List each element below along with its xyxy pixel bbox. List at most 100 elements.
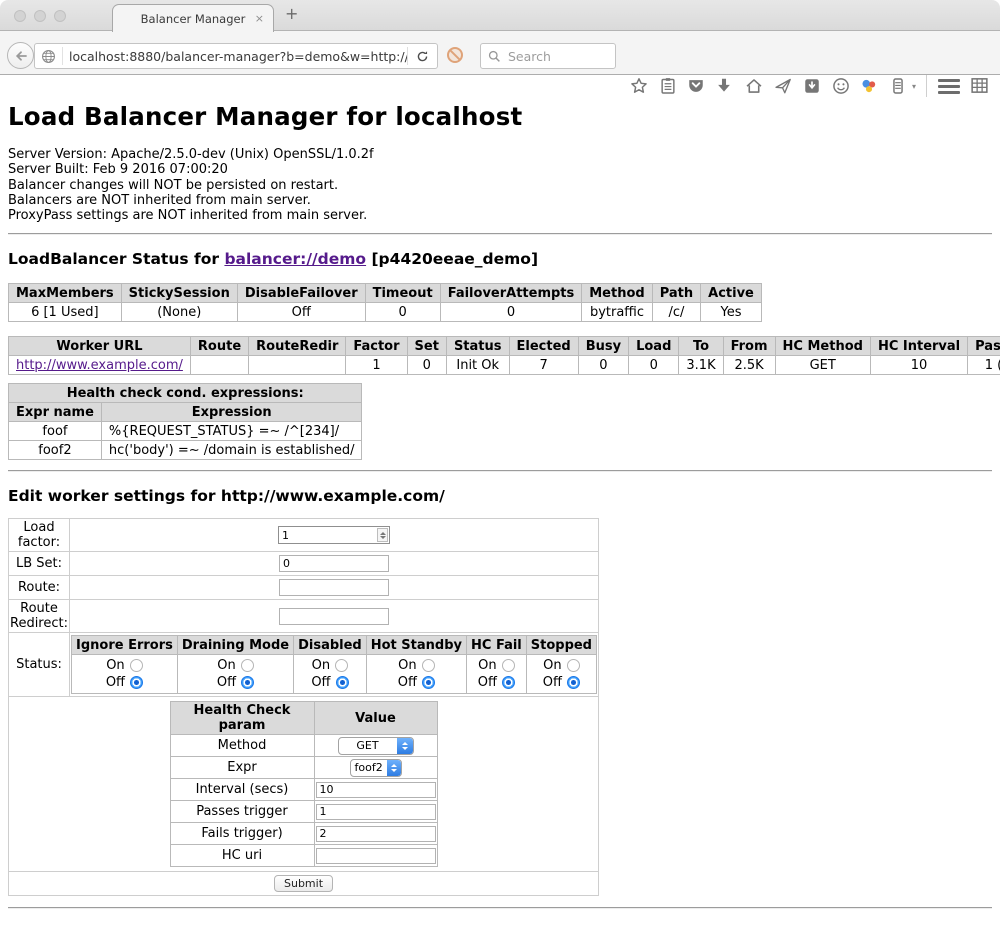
close-button[interactable]	[14, 10, 26, 22]
form-row: Route:	[9, 576, 599, 600]
lb-set-input[interactable]	[279, 555, 389, 572]
table-row: Fails trigger)	[170, 823, 437, 845]
status-on-radio[interactable]	[241, 659, 254, 672]
form-row: Submit	[9, 872, 599, 896]
on-label: On	[398, 658, 416, 673]
worker-url-link[interactable]: http://www.example.com/	[16, 358, 183, 373]
reload-button[interactable]	[407, 47, 437, 65]
fails-label: Fails trigger)	[170, 823, 314, 845]
interval-input[interactable]	[316, 782, 436, 798]
submit-cell: Submit	[9, 872, 599, 896]
off-label: Off	[478, 675, 497, 690]
search-icon	[488, 50, 501, 63]
table-row: Method GET	[170, 735, 437, 757]
form-field-cell	[70, 552, 599, 576]
site-identity[interactable]	[35, 47, 63, 65]
cell: Init Ok	[446, 356, 509, 375]
load-factor-label: Load factor:	[9, 519, 70, 552]
hc-expr-table: Health check cond. expressions: Expr nam…	[8, 383, 362, 460]
on-label: On	[217, 658, 235, 673]
status-on-radio[interactable]	[567, 659, 580, 672]
balancer-link[interactable]: balancer://demo	[224, 250, 366, 268]
url-text[interactable]: localhost:8880/balancer-manager?b=demo&w…	[63, 49, 407, 64]
balancers-notice-line: Balancers are NOT inherited from main se…	[8, 193, 992, 208]
status-on-radio[interactable]	[502, 659, 515, 672]
cell: (None)	[121, 303, 237, 322]
header-cell: Value	[314, 702, 437, 735]
header-cell: Busy	[578, 337, 628, 356]
header-cell: Passes	[968, 337, 1000, 356]
cell: /c/	[652, 303, 700, 322]
on-label: On	[478, 658, 496, 673]
search-input[interactable]	[506, 48, 608, 65]
header-cell: Expr name	[9, 403, 102, 422]
status-off-radio[interactable]	[567, 676, 580, 689]
server-version-line: Server Version: Apache/2.5.0-dev (Unix) …	[8, 147, 992, 162]
status-on-radio[interactable]	[422, 659, 435, 672]
adblock-icon[interactable]	[446, 46, 464, 64]
route-input[interactable]	[279, 579, 389, 596]
back-button[interactable]	[7, 42, 34, 69]
form-row: Load factor:	[9, 519, 599, 552]
form-row: Route Redirect:	[9, 600, 599, 633]
divider	[8, 907, 992, 909]
hc-expr-table-title: Health check cond. expressions:	[9, 384, 362, 403]
header-cell: To	[679, 337, 723, 356]
status-on-radio[interactable]	[130, 659, 143, 672]
search-bar[interactable]	[480, 43, 616, 69]
header-cell: Worker URL	[9, 337, 191, 356]
cell	[249, 356, 346, 375]
lb-status-prefix: LoadBalancer Status for	[8, 250, 224, 268]
off-label: Off	[543, 675, 562, 690]
load-factor-field	[278, 526, 390, 544]
minimize-button[interactable]	[34, 10, 46, 22]
form-row: Status: Ignore Errors Draining Mode Disa…	[9, 633, 599, 697]
url-bar[interactable]: localhost:8880/balancer-manager?b=demo&w…	[34, 43, 438, 69]
off-label: Off	[398, 675, 417, 690]
route-label: Route:	[9, 576, 70, 600]
cell: 6 [1 Used]	[9, 303, 122, 322]
status-off-radio[interactable]	[422, 676, 435, 689]
table-row: HC uri	[170, 845, 437, 867]
passes-input[interactable]	[316, 804, 436, 820]
table-title-row: Health check cond. expressions:	[9, 384, 362, 403]
expr-select[interactable]: foof2	[350, 759, 402, 777]
form-field-cell	[314, 823, 437, 845]
header-cell: StickySession	[121, 284, 237, 303]
form-field-cell	[314, 801, 437, 823]
server-info: Server Version: Apache/2.5.0-dev (Unix) …	[8, 147, 992, 223]
navigation-toolbar: localhost:8880/balancer-manager?b=demo&w…	[0, 31, 1000, 75]
window-controls	[14, 10, 66, 22]
form-row: LB Set:	[9, 552, 599, 576]
status-off-radio[interactable]	[502, 676, 515, 689]
number-spinner-icon[interactable]	[377, 528, 388, 542]
method-select[interactable]: GET	[338, 737, 414, 755]
status-off-radio[interactable]	[130, 676, 143, 689]
route-redirect-input[interactable]	[279, 608, 389, 625]
header-cell: Health Check param	[170, 702, 314, 735]
table-row: Interval (secs)	[170, 779, 437, 801]
submit-button[interactable]: Submit	[274, 875, 333, 892]
header-cell: Load	[629, 337, 679, 356]
globe-icon	[41, 49, 56, 64]
header-cell: DisableFailover	[237, 284, 365, 303]
table-row: foof2 hc('body') =~ /domain is establish…	[9, 441, 362, 460]
tab-close-icon[interactable]: ×	[255, 12, 264, 25]
load-factor-input[interactable]	[279, 527, 376, 543]
table-row: Expr foof2	[170, 757, 437, 779]
status-off-radio[interactable]	[241, 676, 254, 689]
header-cell: Path	[652, 284, 700, 303]
new-tab-button[interactable]: +	[285, 4, 298, 23]
cell: foof2	[9, 441, 102, 460]
zoom-button[interactable]	[54, 10, 66, 22]
cell: foof	[9, 422, 102, 441]
form-field-cell	[70, 600, 599, 633]
cell: Off	[237, 303, 365, 322]
table-header-row: Health Check param Value	[170, 702, 437, 735]
divider	[8, 233, 992, 235]
status-off-radio[interactable]	[336, 676, 349, 689]
fails-input[interactable]	[316, 826, 436, 842]
browser-tab[interactable]: Balancer Manager ×	[112, 4, 274, 32]
status-on-radio[interactable]	[335, 659, 348, 672]
hc-uri-input[interactable]	[316, 848, 436, 864]
